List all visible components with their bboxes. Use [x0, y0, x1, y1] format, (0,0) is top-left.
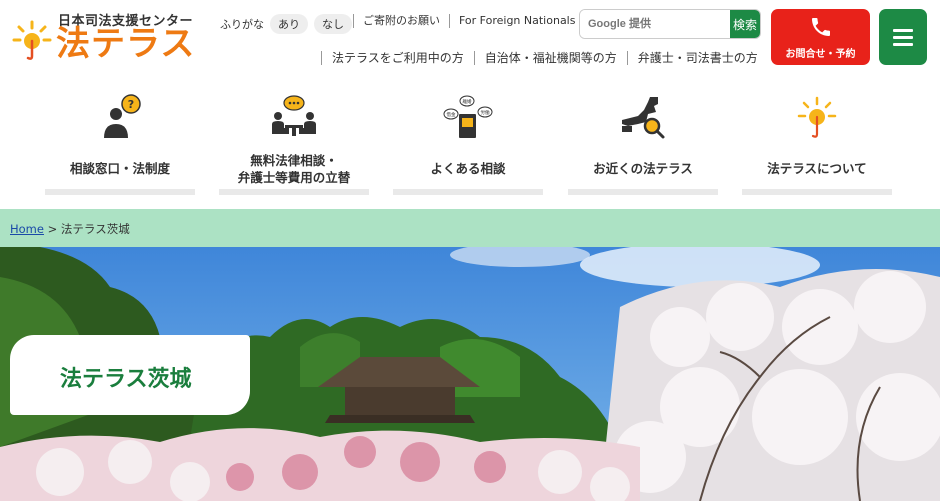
furigana-off-button[interactable]: なし — [314, 14, 352, 34]
furigana-label: ふりがな — [220, 18, 264, 31]
logo-title: 法テラス — [56, 24, 196, 64]
category-faq[interactable]: 離婚 借金 労働 よくある相談 — [393, 88, 543, 196]
category-nav: ? 相談窓口・法制度 無料法律相談・ 弁護士等費用の立替 離婚 借金 労働 よく… — [0, 88, 940, 200]
consultation-question-icon: ? — [104, 94, 141, 138]
furigana-toggle: ふりがな あり なし — [220, 14, 352, 34]
menu-line-icon — [893, 36, 913, 39]
menu-line-icon — [893, 43, 913, 46]
category-underline — [45, 189, 195, 195]
hero-title: 法テラス茨城 — [60, 367, 192, 392]
hero-banner: 法テラス茨城 — [0, 247, 940, 501]
breadcrumb-separator: > — [47, 222, 58, 236]
category-free-legal-consultation[interactable]: 無料法律相談・ 弁護士等費用の立替 — [219, 88, 369, 196]
contact-reservation-button[interactable]: お問合せ・予約 — [771, 9, 870, 65]
category-underline — [568, 189, 718, 195]
category-nearby-office[interactable]: お近くの法テラス — [568, 88, 718, 196]
category-label: 無料法律相談・ 弁護士等費用の立替 — [219, 152, 369, 186]
site-logo[interactable]: 日本司法支援センター 法テラス — [10, 8, 194, 66]
category-label: お近くの法テラス — [593, 161, 693, 176]
donation-link[interactable]: ご寄附のお願い — [353, 14, 449, 28]
faq-bubble-labor: 労働 — [481, 109, 490, 116]
sun-umbrella-logo-icon — [12, 20, 52, 60]
category-underline — [219, 189, 369, 195]
nav-current-users-link[interactable]: 法テラスをご利用中の方 — [321, 51, 474, 65]
phone-icon — [812, 18, 830, 36]
breadcrumb-current: 法テラス茨城 — [60, 222, 130, 236]
search-input[interactable] — [580, 10, 730, 38]
hamburger-menu-button[interactable] — [879, 9, 927, 65]
nav-municipalities-link[interactable]: 自治体・福祉機関等の方 — [473, 51, 627, 65]
faq-bubble-divorce: 離婚 — [463, 98, 472, 105]
category-label-line1: 無料法律相談・ — [250, 153, 338, 168]
category-about[interactable]: 法テラスについて — [742, 88, 892, 196]
breadcrumb: Home > 法テラス茨城 — [0, 209, 940, 247]
site-search: 検索 — [579, 9, 761, 39]
foreign-nationals-link[interactable]: For Foreign Nationals — [449, 14, 584, 28]
category-consultation[interactable]: ? 相談窓口・法制度 — [45, 88, 195, 196]
search-button[interactable]: 検索 — [730, 10, 760, 38]
faq-book-icon: 離婚 借金 労働 — [443, 95, 493, 138]
menu-line-icon — [893, 29, 913, 32]
houterasu-sun-icon — [797, 96, 837, 138]
utility-links: ご寄附のお願い For Foreign Nationals — [353, 14, 584, 28]
map-search-icon — [622, 97, 665, 139]
category-label: 法テラスについて — [767, 161, 867, 176]
faq-bubble-debt: 借金 — [447, 111, 456, 118]
category-label: 相談窓口・法制度 — [69, 161, 170, 176]
category-label-line2: 弁護士等費用の立替 — [237, 170, 351, 185]
breadcrumb-home-link[interactable]: Home — [10, 222, 44, 236]
svg-text:?: ? — [128, 98, 134, 111]
audience-nav: 法テラスをご利用中の方 自治体・福祉機関等の方 弁護士・司法書士の方 — [321, 51, 768, 65]
meeting-talk-icon — [272, 95, 316, 136]
category-label: よくある相談 — [430, 161, 506, 176]
category-underline — [742, 189, 892, 195]
category-underline — [393, 189, 543, 195]
contact-button-label: お問合せ・予約 — [785, 49, 856, 60]
hero-title-card: 法テラス茨城 — [10, 335, 250, 415]
nav-lawyers-link[interactable]: 弁護士・司法書士の方 — [626, 51, 768, 65]
site-header: 日本司法支援センター 法テラス ふりがな あり なし ご寄附のお願い For F… — [0, 0, 940, 78]
furigana-on-button[interactable]: あり — [270, 14, 308, 34]
